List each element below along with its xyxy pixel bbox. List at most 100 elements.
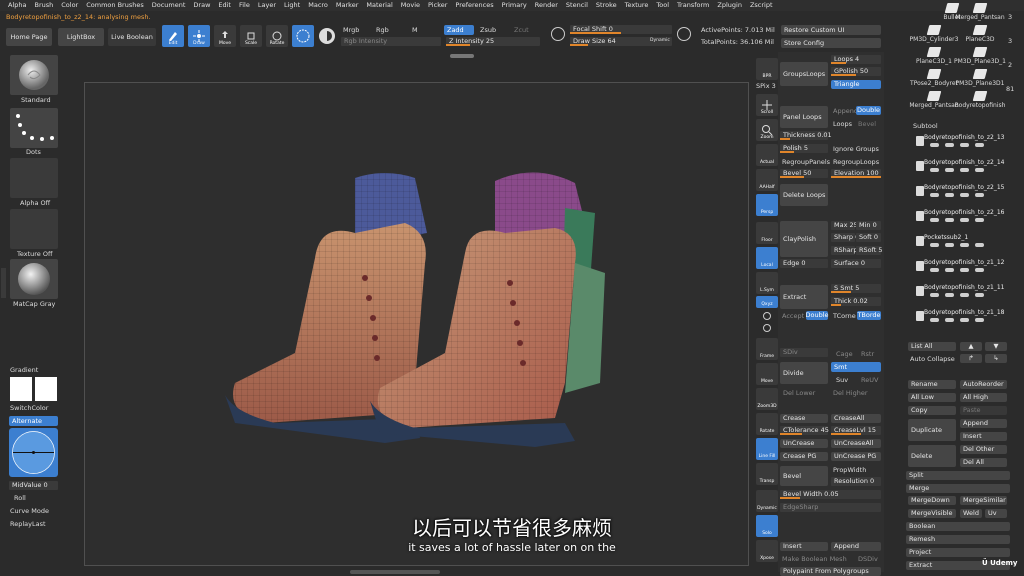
crease-pg-button[interactable]: Crease PG <box>780 452 828 461</box>
gpolish-slider[interactable]: GPolish 50 <box>831 67 881 76</box>
ignore-groups-toggle[interactable]: Ignore Groups <box>833 146 879 153</box>
matcap-thumb[interactable] <box>10 259 58 299</box>
tool-thumbnail-icon[interactable] <box>944 3 960 13</box>
min-slider[interactable]: Min 0 <box>856 221 881 230</box>
insert-subtool-button[interactable]: Insert <box>960 432 1007 441</box>
regroup-loops-toggle[interactable]: RegroupLoops <box>833 159 879 166</box>
merge-similar-button[interactable]: MergeSimilar <box>960 496 1007 505</box>
transp-button[interactable]: Transp <box>756 463 778 485</box>
bevel-toggle[interactable]: Bevel <box>858 121 876 128</box>
soft-slider[interactable]: Soft 0 <box>856 233 881 242</box>
dsdiv-toggle[interactable]: DSDiv <box>858 556 878 563</box>
lightbox-button[interactable]: LightBox <box>58 28 104 46</box>
menu-item[interactable]: Render <box>531 0 562 11</box>
menu-item[interactable]: Macro <box>304 0 332 11</box>
bevel-slider[interactable]: Bevel 50 <box>780 169 828 178</box>
menu-item[interactable]: Material <box>362 0 396 11</box>
menu-item[interactable]: Transform <box>673 0 713 11</box>
switchcolor-button[interactable]: SwitchColor <box>10 405 48 412</box>
z-intensity-slider[interactable]: Z Intensity 25 <box>446 37 540 46</box>
del-higher-button[interactable]: Del Higher <box>833 390 868 397</box>
rotate-axis2-icon[interactable] <box>763 324 771 332</box>
scroll-button[interactable]: Scroll <box>756 94 778 116</box>
loops-slider[interactable]: Loops 4 <box>831 55 881 64</box>
subtool-row[interactable]: Bodyretopofinish_to_z2_16 <box>916 207 1008 231</box>
double-extract-button[interactable]: Double <box>805 311 829 320</box>
rotate-axis-icon[interactable] <box>763 312 771 320</box>
thickness-slider[interactable]: Thickness 0.01 <box>780 131 832 140</box>
alternate-button[interactable]: Alternate <box>9 416 58 426</box>
local-button[interactable]: Local <box>756 247 778 269</box>
panel-loops-toggle[interactable]: Loops <box>833 121 852 128</box>
linefill-button[interactable]: Line Fill <box>756 438 778 460</box>
delete-button[interactable]: Delete <box>908 445 956 467</box>
secondary-color-swatch[interactable] <box>35 377 57 401</box>
merge-down-button[interactable]: MergeDown <box>908 496 956 505</box>
panel-loops-button[interactable]: Panel Loops <box>780 106 828 128</box>
zsub-button[interactable]: Zsub <box>480 27 496 34</box>
crease-button[interactable]: Crease <box>780 414 828 423</box>
tcorne-button[interactable]: TCorne <box>833 313 856 320</box>
subtool-visibility-icons[interactable] <box>930 143 1000 149</box>
dots-stroke-thumb[interactable] <box>10 108 58 148</box>
subtool-row[interactable]: Pocketssub2_1 <box>916 232 1008 256</box>
rotate-view-button[interactable]: Rotate <box>756 413 778 435</box>
rgb-intensity-slider[interactable]: Rgb Intensity <box>341 37 441 46</box>
move-mode-button[interactable]: Move <box>214 25 236 47</box>
home-page-button[interactable]: Home Page <box>6 28 52 46</box>
tool-thumbnail-icon[interactable] <box>972 25 988 35</box>
thick-slider[interactable]: Thick 0.02 <box>831 297 881 306</box>
menu-item[interactable]: Common Brushes <box>82 0 147 11</box>
menu-item[interactable]: Marker <box>332 0 362 11</box>
creaselvl-slider[interactable]: CreaseLvl 15 <box>831 426 881 435</box>
uncrease-pg-button[interactable]: UnCrease PG <box>831 452 881 461</box>
all-high-button[interactable]: All High <box>960 393 1007 402</box>
tool-thumbnail-icon[interactable] <box>972 3 988 13</box>
accept-button[interactable]: Accept <box>782 313 804 320</box>
menu-item[interactable]: Layer <box>254 0 280 11</box>
menu-item[interactable]: Preferences <box>451 0 497 11</box>
uncrease-button[interactable]: UnCrease <box>780 439 828 448</box>
rstr-button[interactable]: Rstr <box>861 351 874 358</box>
subtool-row[interactable]: Bodyretopofinish_to_z2_14 <box>916 157 1008 181</box>
dynamic-icon[interactable] <box>677 27 691 41</box>
subtool-visibility-icons[interactable] <box>930 168 1000 174</box>
sdiv-slider[interactable]: SDiv <box>780 348 828 357</box>
tool-thumbnail-icon[interactable] <box>926 25 942 35</box>
draw-mode-button[interactable]: Draw <box>188 25 210 47</box>
ctolerance-slider[interactable]: CTolerance 45 <box>780 426 829 435</box>
s-smt-slider[interactable]: S Smt 5 <box>831 284 881 293</box>
zoom3d-button[interactable]: Zoom3D <box>756 388 778 410</box>
uncrease-all-button[interactable]: UnCreaseAll <box>831 439 881 448</box>
subtool-header[interactable]: Subtool <box>913 123 938 130</box>
menu-item[interactable]: Zscript <box>746 0 777 11</box>
spix-slider[interactable]: SPix 3 <box>756 83 776 90</box>
tool-thumbnail-icon[interactable] <box>926 47 942 57</box>
color-material-icon[interactable] <box>319 28 335 44</box>
move-up-button[interactable]: ▲ <box>960 342 982 351</box>
subtool-row[interactable]: Bodyretopofinish_to_z1_11 <box>916 282 1008 306</box>
draw-size-slider[interactable]: Draw Size 64 Dynamic <box>570 37 672 46</box>
rsharp-slider[interactable]: RSharp 0 <box>831 246 864 255</box>
texture-thumb[interactable] <box>10 209 58 249</box>
roll-button[interactable]: Roll <box>14 495 26 502</box>
lsym-button[interactable]: L.Sym <box>756 272 778 294</box>
cage-button[interactable]: Cage <box>836 351 853 358</box>
delete-loops-button[interactable]: Delete Loops <box>780 184 828 206</box>
rgb-button[interactable]: Rgb <box>376 27 389 34</box>
zoom-button[interactable]: Zoom <box>756 119 778 141</box>
arrow-right-button[interactable]: ↳ <box>985 354 1007 363</box>
menu-item[interactable]: Stencil <box>562 0 592 11</box>
del-all-button[interactable]: Del All <box>960 458 1007 467</box>
list-all-button[interactable]: List All <box>908 342 956 351</box>
del-other-button[interactable]: Del Other <box>960 445 1007 454</box>
append-toggle[interactable]: Append <box>833 108 858 115</box>
top-drag-handle[interactable] <box>450 54 474 58</box>
subtool-row[interactable]: Bodyretopofinish_to_z1_18 <box>916 307 1008 331</box>
floor-button[interactable]: Floor <box>756 222 778 244</box>
zadd-button[interactable]: Zadd <box>444 25 474 35</box>
menu-item[interactable]: Draw <box>189 0 214 11</box>
polish-slider[interactable]: Polish 5 <box>780 144 828 153</box>
frame-button[interactable]: Frame <box>756 338 778 360</box>
max-slider[interactable]: Max 25 <box>831 221 858 230</box>
